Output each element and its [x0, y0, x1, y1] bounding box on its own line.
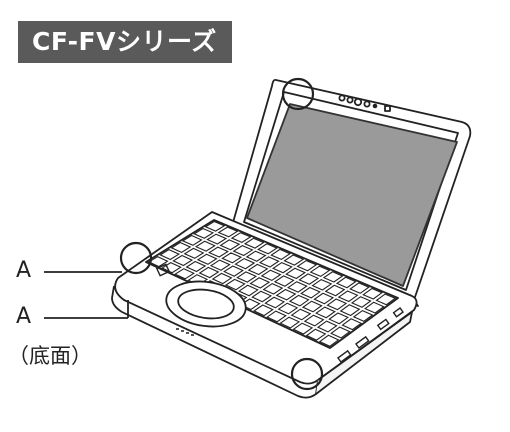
callout-lines	[44, 271, 129, 319]
camera-dot-3	[363, 100, 371, 108]
sensor-rect	[384, 105, 391, 112]
camera-dot-2	[346, 96, 354, 104]
camera-dot-4	[372, 103, 378, 109]
camera-lens	[353, 97, 363, 107]
callout-label-a-bottom: A	[16, 304, 32, 329]
figure: CF-FVシリーズ A A （底面）	[0, 0, 510, 432]
callout-label-a-top: A	[16, 258, 32, 283]
camera-dot-1	[338, 94, 346, 102]
callout-label-bottom-note: （底面）	[8, 344, 92, 368]
